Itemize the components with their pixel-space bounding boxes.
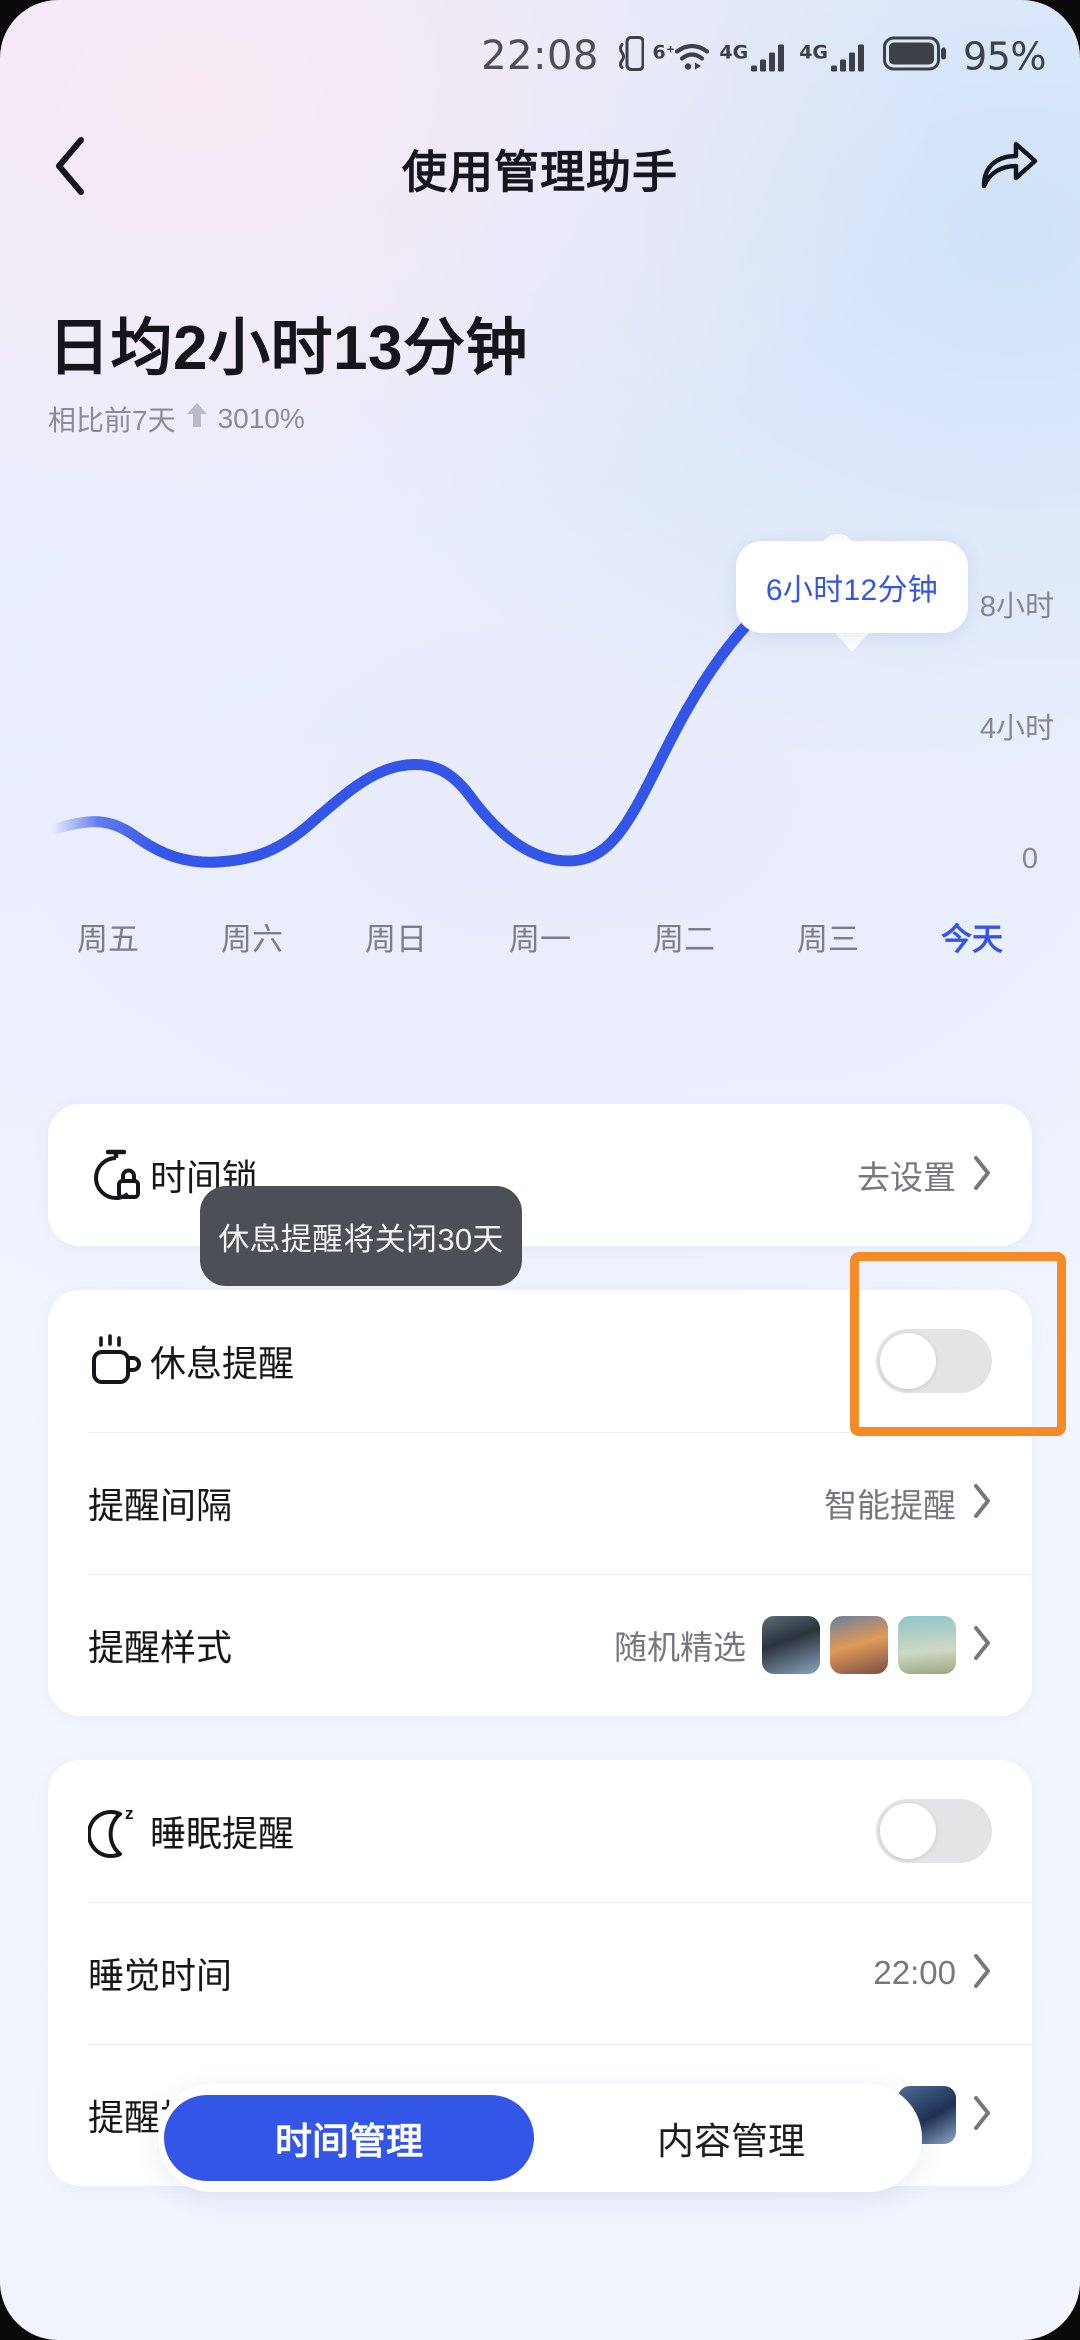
chevron-right-icon — [972, 1155, 992, 1196]
moon-sleep-icon: z — [88, 1802, 150, 1860]
sleep-reminder-label: 睡眠提醒 — [150, 1813, 295, 1854]
reminder-interval-label: 提醒间隔 — [88, 1485, 233, 1526]
reminder-style-thumbnails — [762, 1616, 956, 1674]
bedtime-label: 睡觉时间 — [88, 1955, 233, 1996]
battery-percent-label: 95% — [963, 34, 1046, 78]
chart-line-path — [46, 546, 844, 868]
day-label-5[interactable]: 周三 — [756, 914, 900, 959]
day-label-2[interactable]: 周日 — [324, 914, 468, 959]
time-lock-value: 去设置 — [857, 1159, 956, 1196]
comparison-line: 相比前7天 3010% — [48, 399, 528, 439]
phone-screen: 22:08 6 + 4G 4G 95% 使用管理助手 日均2小时13分钟 相比前… — [0, 0, 1080, 2340]
day-label-1[interactable]: 周六 — [180, 914, 324, 959]
reminder-style-label: 提醒样式 — [88, 1627, 233, 1668]
nav-bar: 使用管理助手 — [0, 112, 1080, 224]
time-lock-action[interactable]: 去设置 — [857, 1151, 992, 1199]
time-lock-card: 时间锁 去设置 — [48, 1104, 1032, 1246]
comparison-label: 相比前7天 — [48, 404, 176, 436]
day-label-4[interactable]: 周二 — [612, 914, 756, 959]
day-label-3[interactable]: 周一 — [468, 914, 612, 959]
bottom-tab-bar: 时间管理 内容管理 — [158, 2084, 922, 2192]
signal-4g-icon: 4G — [719, 40, 790, 72]
chart-tooltip-text: 6小时12分钟 — [765, 574, 939, 607]
status-icons-group: 6 + 4G 4G 95% — [618, 34, 1046, 79]
chart-tooltip: 6小时12分钟 — [736, 541, 968, 633]
daily-average-headline: 日均2小时13分钟 — [48, 314, 528, 383]
usage-summary: 日均2小时13分钟 相比前7天 3010% — [48, 314, 528, 439]
chevron-right-icon — [972, 1953, 992, 1994]
highlight-box — [850, 1252, 1066, 1436]
bedtime-action[interactable]: 22:00 — [873, 1953, 992, 1994]
battery-icon — [883, 36, 947, 76]
svg-text:z: z — [125, 1804, 134, 1823]
sleep-reminder-toggle-wrap[interactable] — [876, 1799, 992, 1863]
toast-text: 休息提醒将关闭30天 — [218, 1221, 504, 1257]
sim2-network-label: 4G — [799, 41, 829, 63]
comparison-delta: 3010% — [217, 402, 305, 434]
row-reminder-style-break[interactable]: 提醒样式 随机精选 — [48, 1574, 1032, 1716]
row-sleep-reminder[interactable]: z 睡眠提醒 — [48, 1760, 1032, 1902]
vibrate-icon — [618, 34, 645, 79]
chevron-right-icon — [972, 1483, 992, 1524]
day-label-today[interactable]: 今天 — [900, 914, 1044, 959]
reminder-interval-value: 智能提醒 — [824, 1487, 956, 1524]
signal-4g-icon: 4G — [799, 40, 870, 72]
bedtime-value: 22:00 — [873, 1954, 956, 1991]
toast-message: 休息提醒将关闭30天 — [200, 1186, 522, 1286]
day-label-0[interactable]: 周五 — [36, 914, 180, 959]
wifi-6plus-icon: 6 + — [653, 40, 711, 72]
share-arrow-icon — [978, 138, 1040, 199]
tooltip-arrow — [833, 630, 871, 652]
row-time-lock[interactable]: 时间锁 去设置 — [48, 1104, 1032, 1246]
sim1-network-label: 4G — [719, 41, 749, 63]
chevron-right-icon — [972, 1625, 992, 1666]
stopwatch-lock-icon — [88, 1146, 150, 1204]
reminder-style-value: 随机精选 — [614, 1629, 746, 1666]
toggle-knob — [880, 1803, 936, 1859]
sleep-reminder-toggle[interactable] — [876, 1799, 992, 1863]
page-title: 使用管理助手 — [401, 146, 678, 198]
rocky-shore-thumb — [762, 1616, 820, 1674]
row-bedtime[interactable]: 睡觉时间 22:00 — [48, 1902, 1032, 2044]
sunset-mountain-thumb — [830, 1616, 888, 1674]
status-bar: 22:08 6 + 4G 4G 95% — [0, 0, 1080, 112]
wifi-plus-sign: + — [666, 41, 675, 56]
break-reminder-label: 休息提醒 — [150, 1343, 295, 1384]
lighthouse-thumb — [898, 1616, 956, 1674]
reminder-style-action[interactable]: 随机精选 — [614, 1616, 992, 1674]
y-axis-label-8h: 8小时 — [979, 591, 1054, 623]
arrow-up-icon — [184, 400, 210, 437]
y-axis-label-4h: 4小时 — [979, 713, 1054, 745]
chevron-right-icon — [972, 2095, 992, 2136]
tab-content-management[interactable]: 内容管理 — [546, 2095, 916, 2181]
share-button[interactable] — [966, 125, 1052, 211]
y-axis-label-0: 0 — [1021, 843, 1038, 875]
row-reminder-interval[interactable]: 提醒间隔 智能提醒 — [48, 1432, 1032, 1574]
coffee-cup-icon — [88, 1332, 150, 1390]
reminder-interval-action[interactable]: 智能提醒 — [824, 1479, 992, 1527]
chart-day-labels: 周五 周六 周日 周一 周二 周三 今天 — [0, 914, 1080, 959]
wifi-generation-label: 6 — [652, 41, 666, 63]
tab-time-management[interactable]: 时间管理 — [164, 2095, 534, 2181]
